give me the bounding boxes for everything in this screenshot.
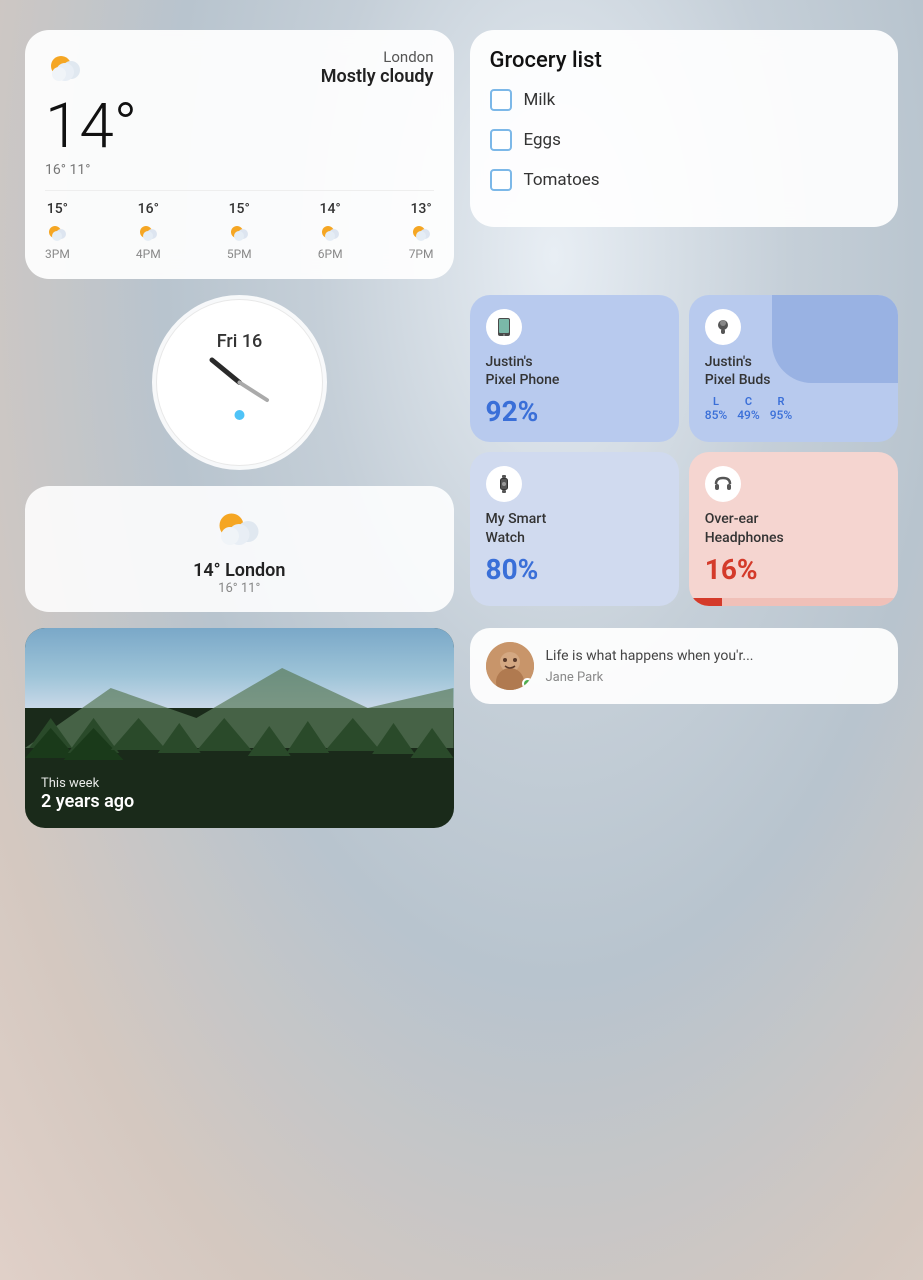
bud-right: R 95% <box>770 395 792 422</box>
forecast-sun-icon <box>318 220 342 244</box>
message-avatar <box>486 642 534 690</box>
bud-center: C 49% <box>737 395 759 422</box>
grocery-widget[interactable]: Grocery list Milk Eggs Tomatoes <box>470 30 899 227</box>
memory-main: 2 years ago <box>41 791 134 812</box>
message-sender: Jane Park <box>546 670 883 685</box>
grocery-checkbox-tomatoes[interactable] <box>490 169 512 191</box>
forecast-6pm: 14° 6PM <box>318 201 343 261</box>
weather-condition: Mostly cloudy <box>321 66 434 87</box>
battery-bar-fill <box>689 598 722 606</box>
grocery-checkbox-eggs[interactable] <box>490 129 512 151</box>
weather-small-hilo: 16° 11° <box>218 581 260 596</box>
weather-small-widget[interactable]: 14° London 16° 11° <box>25 486 454 612</box>
message-text: Life is what happens when you'r... <box>546 647 883 667</box>
phone-icon-circle <box>486 309 522 345</box>
weather-hi-lo: 16° 11° <box>45 162 434 178</box>
grocery-title: Grocery list <box>490 48 879 73</box>
clock-face: Fri 16 <box>152 295 327 470</box>
watch-battery: 80% <box>486 553 663 586</box>
forecast-sun-icon <box>409 220 433 244</box>
forecast-3pm: 15° 3PM <box>45 201 70 261</box>
forecast-7pm: 13° 7PM <box>409 201 434 261</box>
phone-name: Justin'sPixel Phone <box>486 353 663 389</box>
memory-photo-widget[interactable]: This week 2 years ago <box>25 628 454 828</box>
weather-sun-cloud-icon <box>45 48 85 88</box>
headphones-name: Over-earHeadphones <box>705 510 882 546</box>
weather-temp-main: 14° <box>45 96 434 158</box>
device-headphones[interactable]: Over-earHeadphones 16% <box>689 452 898 605</box>
weather-forecast: 15° 3PM 16° 4PM 15° <box>45 190 434 261</box>
weather-widget[interactable]: London Mostly cloudy 14° 16° 11° 15° 3PM… <box>25 30 454 279</box>
grocery-item-eggs[interactable]: Eggs <box>490 129 879 151</box>
weather-location: London <box>321 48 434 66</box>
grocery-checkbox-milk[interactable] <box>490 89 512 111</box>
buds-levels: L 85% C 49% R 95% <box>705 395 882 422</box>
message-content: Life is what happens when you'r... Jane … <box>546 647 883 686</box>
forecast-sun-icon <box>45 220 69 244</box>
forecast-5pm: 15° 5PM <box>227 201 252 261</box>
forecast-sun-icon <box>227 220 251 244</box>
online-indicator <box>522 678 533 689</box>
headphones-icon-circle <box>705 466 741 502</box>
devices-battery-grid: Justin'sPixel Phone 92% Justin'sPixel Bu… <box>470 295 899 606</box>
buds-icon <box>713 317 733 337</box>
headphones-icon <box>713 474 733 494</box>
battery-bar <box>689 598 898 606</box>
headphones-battery: 16% <box>705 553 882 586</box>
memory-caption: This week 2 years ago <box>41 776 134 812</box>
memory-sub: This week <box>41 776 134 791</box>
forecast-sun-icon <box>136 220 160 244</box>
grocery-label-eggs: Eggs <box>524 130 561 150</box>
clock-widget[interactable]: Fri 16 <box>152 295 327 470</box>
grocery-item-milk[interactable]: Milk <box>490 89 879 111</box>
svg-text:Fri 16: Fri 16 <box>216 331 262 352</box>
grocery-label-milk: Milk <box>524 90 556 110</box>
device-pixel-phone[interactable]: Justin'sPixel Phone 92% <box>470 295 679 442</box>
grocery-item-tomatoes[interactable]: Tomatoes <box>490 169 879 191</box>
weather-small-temp: 14° London <box>193 560 285 581</box>
bud-left: L 85% <box>705 395 727 422</box>
device-pixel-buds[interactable]: Justin'sPixel Buds L 85% C 49% R 95% <box>689 295 898 442</box>
forecast-4pm: 16° 4PM <box>136 201 161 261</box>
device-smart-watch[interactable]: My SmartWatch 80% <box>470 452 679 605</box>
grocery-label-tomatoes: Tomatoes <box>524 170 600 190</box>
watch-icon-circle <box>486 466 522 502</box>
weather-small-icon <box>209 502 269 552</box>
buds-icon-circle <box>705 309 741 345</box>
phone-icon <box>494 317 514 337</box>
message-widget[interactable]: Life is what happens when you'r... Jane … <box>470 628 899 704</box>
phone-battery: 92% <box>486 395 663 428</box>
watch-icon <box>494 474 514 494</box>
watch-name: My SmartWatch <box>486 510 663 546</box>
